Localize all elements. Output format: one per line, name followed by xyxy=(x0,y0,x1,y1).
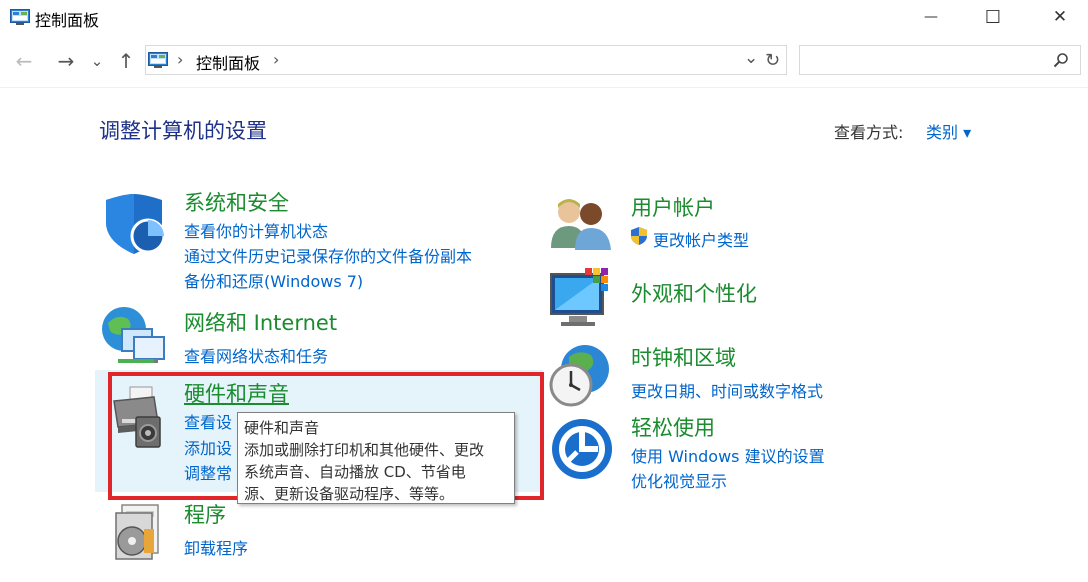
tooltip: 硬件和声音 添加或删除打印机和其他硬件、更改 系统声音、自动播放 CD、节省电 … xyxy=(237,412,515,504)
up-arrow-icon: ↑ xyxy=(117,49,135,73)
breadcrumb-separator[interactable]: › xyxy=(273,50,279,69)
category-title-programs[interactable]: 程序 xyxy=(184,499,226,529)
page-heading: 调整计算机的设置 xyxy=(99,119,267,143)
close-button[interactable]: ✕ xyxy=(1037,0,1083,34)
control-panel-location-icon xyxy=(148,52,168,68)
users-icon[interactable] xyxy=(549,196,613,250)
maximize-icon: ☐ xyxy=(984,6,1002,28)
tooltip-line: 添加或删除打印机和其他硬件、更改 xyxy=(244,441,485,459)
shield-icon[interactable] xyxy=(102,192,166,256)
tooltip-line: 源、更新设备驱动程序、等等。 xyxy=(244,485,455,503)
program-disc-icon[interactable] xyxy=(108,503,162,561)
link-backup-restore-win7[interactable]: 备份和还原(Windows 7) xyxy=(184,268,363,292)
divider xyxy=(0,87,1088,88)
category-title-clock-region[interactable]: 时钟和区域 xyxy=(631,342,736,372)
search-input[interactable] xyxy=(799,45,1081,75)
category-title-ease-of-access[interactable]: 轻松使用 xyxy=(631,412,715,442)
link-view-network-status[interactable]: 查看网络状态和任务 xyxy=(184,343,328,367)
uac-shield-icon xyxy=(631,227,647,245)
forward-arrow-icon: → xyxy=(57,49,75,73)
address-dropdown-icon[interactable]: ⌄ xyxy=(744,48,758,68)
ease-of-access-icon[interactable] xyxy=(551,418,613,480)
tooltip-line: 系统声音、自动播放 CD、节省电 xyxy=(244,463,466,481)
minimize-button[interactable]: — xyxy=(908,0,954,34)
refresh-icon[interactable]: ↻ xyxy=(765,50,780,71)
link-optimize-visual-display[interactable]: 优化视觉显示 xyxy=(631,468,727,492)
clock-globe-icon[interactable] xyxy=(547,343,613,409)
chevron-down-icon: ⌄ xyxy=(90,52,104,70)
link-view-computer-status[interactable]: 查看你的计算机状态 xyxy=(184,218,328,242)
category-title-system-security[interactable]: 系统和安全 xyxy=(184,187,289,217)
view-by-dropdown[interactable]: 类别 ▾ xyxy=(926,119,971,143)
view-by-label: 查看方式: xyxy=(834,123,904,142)
breadcrumb-item-control-panel[interactable]: 控制面板 xyxy=(196,50,260,74)
back-button[interactable]: ← xyxy=(10,47,38,75)
category-title-user-accounts[interactable]: 用户帐户 xyxy=(631,192,715,222)
search-icon[interactable] xyxy=(1053,52,1069,68)
up-button[interactable]: ↑ xyxy=(112,47,140,75)
link-windows-recommended-settings[interactable]: 使用 Windows 建议的设置 xyxy=(631,443,825,467)
link-uninstall-program[interactable]: 卸载程序 xyxy=(184,535,248,559)
control-panel-app-icon xyxy=(10,9,30,25)
link-change-date-time-format[interactable]: 更改日期、时间或数字格式 xyxy=(631,378,823,402)
tooltip-title: 硬件和声音 xyxy=(244,419,320,437)
monitor-palette-icon[interactable] xyxy=(549,266,613,328)
forward-button[interactable]: → xyxy=(52,47,80,75)
breadcrumb-separator: › xyxy=(177,50,184,69)
link-file-history-backup[interactable]: 通过文件历史记录保存你的文件备份副本 xyxy=(184,243,472,267)
maximize-button[interactable]: ☐ xyxy=(970,0,1016,34)
close-icon: ✕ xyxy=(1052,7,1068,27)
link-change-account-type[interactable]: 更改帐户类型 xyxy=(653,227,749,251)
category-title-network-internet[interactable]: 网络和 Internet xyxy=(184,307,337,337)
recent-locations-button[interactable]: ⌄ xyxy=(85,47,109,75)
window-title: 控制面板 xyxy=(35,11,100,30)
minimize-icon: — xyxy=(924,9,938,25)
network-globe-icon[interactable] xyxy=(98,303,168,369)
category-title-appearance-personalization[interactable]: 外观和个性化 xyxy=(631,278,757,308)
back-arrow-icon: ← xyxy=(15,49,33,73)
